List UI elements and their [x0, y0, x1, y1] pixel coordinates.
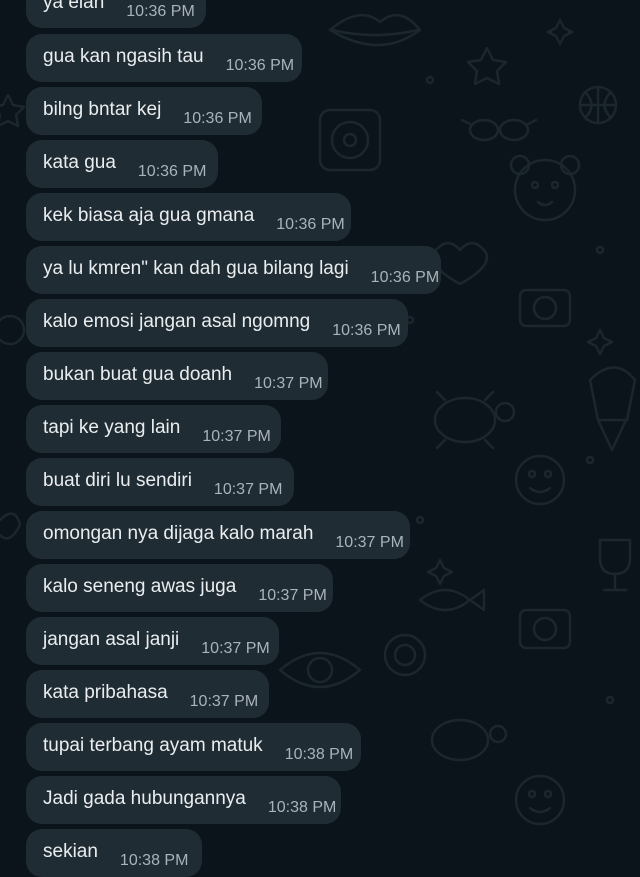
message-bubble[interactable]: bukan buat gua doanh 10:37 PM	[26, 352, 328, 400]
message-text: Jadi gada hubungannya	[43, 788, 246, 809]
message-timestamp: 10:36 PM	[370, 269, 440, 286]
message-text: tapi ke yang lain	[43, 417, 181, 438]
message-bubble[interactable]: ya lu kmren" kan dah gua bilang lagi 10:3…	[26, 246, 441, 294]
message-bubble[interactable]: ya elan 10:36 PM	[26, 0, 206, 28]
message-text: jangan asal janji	[43, 629, 180, 650]
message-timestamp: 10:38 PM	[267, 799, 337, 816]
message-text: ya elan	[43, 0, 105, 13]
message-timestamp: 10:37 PM	[254, 375, 323, 392]
message-timestamp: 10:37 PM	[335, 534, 404, 551]
message-timestamp: 10:37 PM	[201, 640, 270, 657]
message-timestamp: 10:36 PM	[183, 110, 252, 127]
message-text: omongan nya dijaga kalo marah	[43, 523, 314, 544]
message-text: kek biasa aja gua gmana	[43, 205, 255, 226]
message-bubble[interactable]: kata gua 10:36 PM	[26, 140, 218, 188]
message-timestamp: 10:37 PM	[202, 428, 271, 445]
message-timestamp: 10:36 PM	[137, 163, 207, 180]
message-bubble[interactable]: bilng bntar kej 10:36 PM	[26, 87, 262, 135]
message-timestamp: 10:36 PM	[276, 216, 345, 233]
message-bubble[interactable]: Jadi gada hubungannya 10:38 PM	[26, 776, 341, 824]
message-text: kalo emosi jangan asal ngomng	[43, 311, 311, 332]
message-text: buat diri lu sendiri	[43, 470, 192, 491]
message-timestamp: 10:36 PM	[332, 322, 401, 339]
message-text: kata pribahasa	[43, 682, 168, 703]
message-text: bukan buat gua doanh	[43, 364, 233, 385]
message-bubble[interactable]: kalo emosi jangan asal ngomng 10:36 PM	[26, 299, 408, 347]
message-text: sekian	[43, 841, 98, 862]
message-bubble[interactable]: kalo seneng awas juga 10:37 PM	[26, 564, 333, 612]
message-bubble[interactable]: kata pribahasa 10:37 PM	[26, 670, 269, 718]
message-timestamp: 10:36 PM	[225, 57, 295, 74]
message-timestamp: 10:38 PM	[119, 852, 189, 869]
message-timestamp: 10:38 PM	[284, 746, 354, 763]
message-text: tupai terbang ayam matuk	[43, 735, 263, 756]
message-text: bilng bntar kej	[43, 99, 162, 120]
message-bubble[interactable]: gua kan ngasih tau 10:36 PM	[26, 34, 302, 82]
message-list[interactable]: ya elan 10:36 PM gua kan ngasih tau 10:36 P…	[0, 0, 640, 877]
message-bubble[interactable]: tapi ke yang lain 10:37 PM	[26, 405, 281, 453]
message-bubble[interactable]: jangan asal janji 10:37 PM	[26, 617, 279, 665]
message-timestamp: 10:37 PM	[189, 693, 259, 710]
message-bubble[interactable]: tupai terbang ayam matuk 10:38 PM	[26, 723, 361, 771]
message-bubble[interactable]: omongan nya dijaga kalo marah 10:37 PM	[26, 511, 410, 559]
message-text: kata gua	[43, 152, 116, 173]
message-text: gua kan ngasih tau	[43, 46, 204, 67]
message-text: kalo seneng awas juga	[43, 576, 237, 597]
message-timestamp: 10:37 PM	[213, 481, 283, 498]
message-text: ya lu kmren" kan dah gua bilang lagi	[43, 258, 349, 279]
message-bubble[interactable]: buat diri lu sendiri 10:37 PM	[26, 458, 294, 506]
message-bubble[interactable]: sekian 10:38 PM	[26, 829, 202, 877]
message-timestamp: 10:36 PM	[126, 3, 195, 20]
message-timestamp: 10:37 PM	[258, 587, 327, 604]
message-bubble[interactable]: kek biasa aja gua gmana 10:36 PM	[26, 193, 351, 241]
